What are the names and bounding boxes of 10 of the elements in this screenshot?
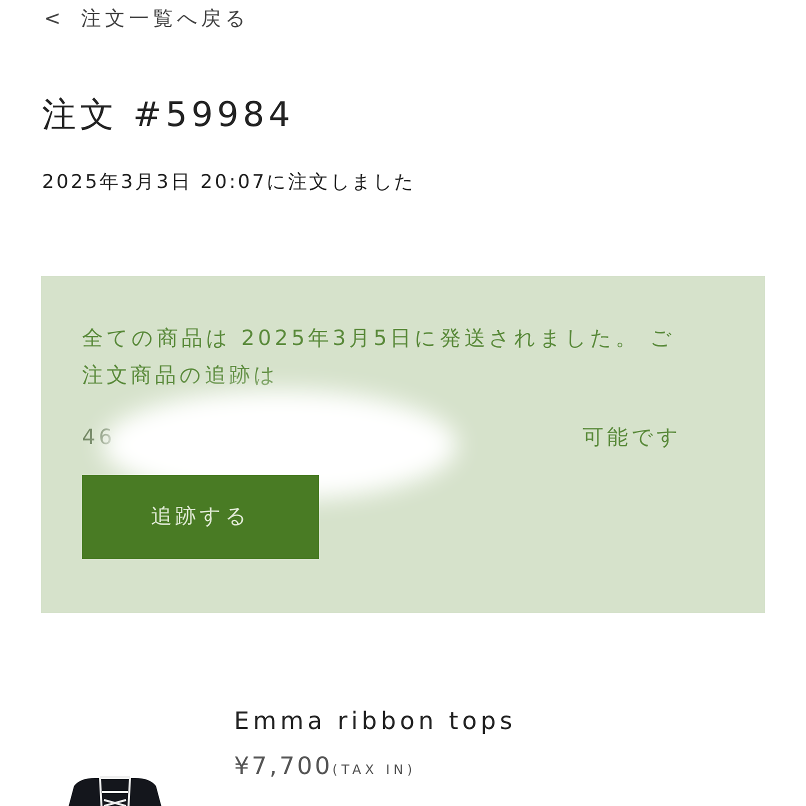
tax-note: (TAX IN) — [332, 762, 416, 780]
order-title: 注文 #59984 — [42, 94, 294, 137]
back-link[interactable]: < 注文一覧へ戻る — [0, 0, 806, 32]
order-date: 2025年3月3日 20:07に注文しました — [42, 170, 416, 195]
shipping-message: 全ての商品は 2025年3月5日に発送されました。 ご注文商品の追跡は — [82, 324, 676, 388]
product-name: Emma ribbon tops — [234, 706, 516, 736]
product-price: ¥7,700 — [234, 750, 332, 782]
tracking-number: 46 — [82, 424, 116, 451]
track-button[interactable]: 追跡する — [82, 474, 319, 558]
tracking-availability: 可能です — [582, 424, 682, 451]
